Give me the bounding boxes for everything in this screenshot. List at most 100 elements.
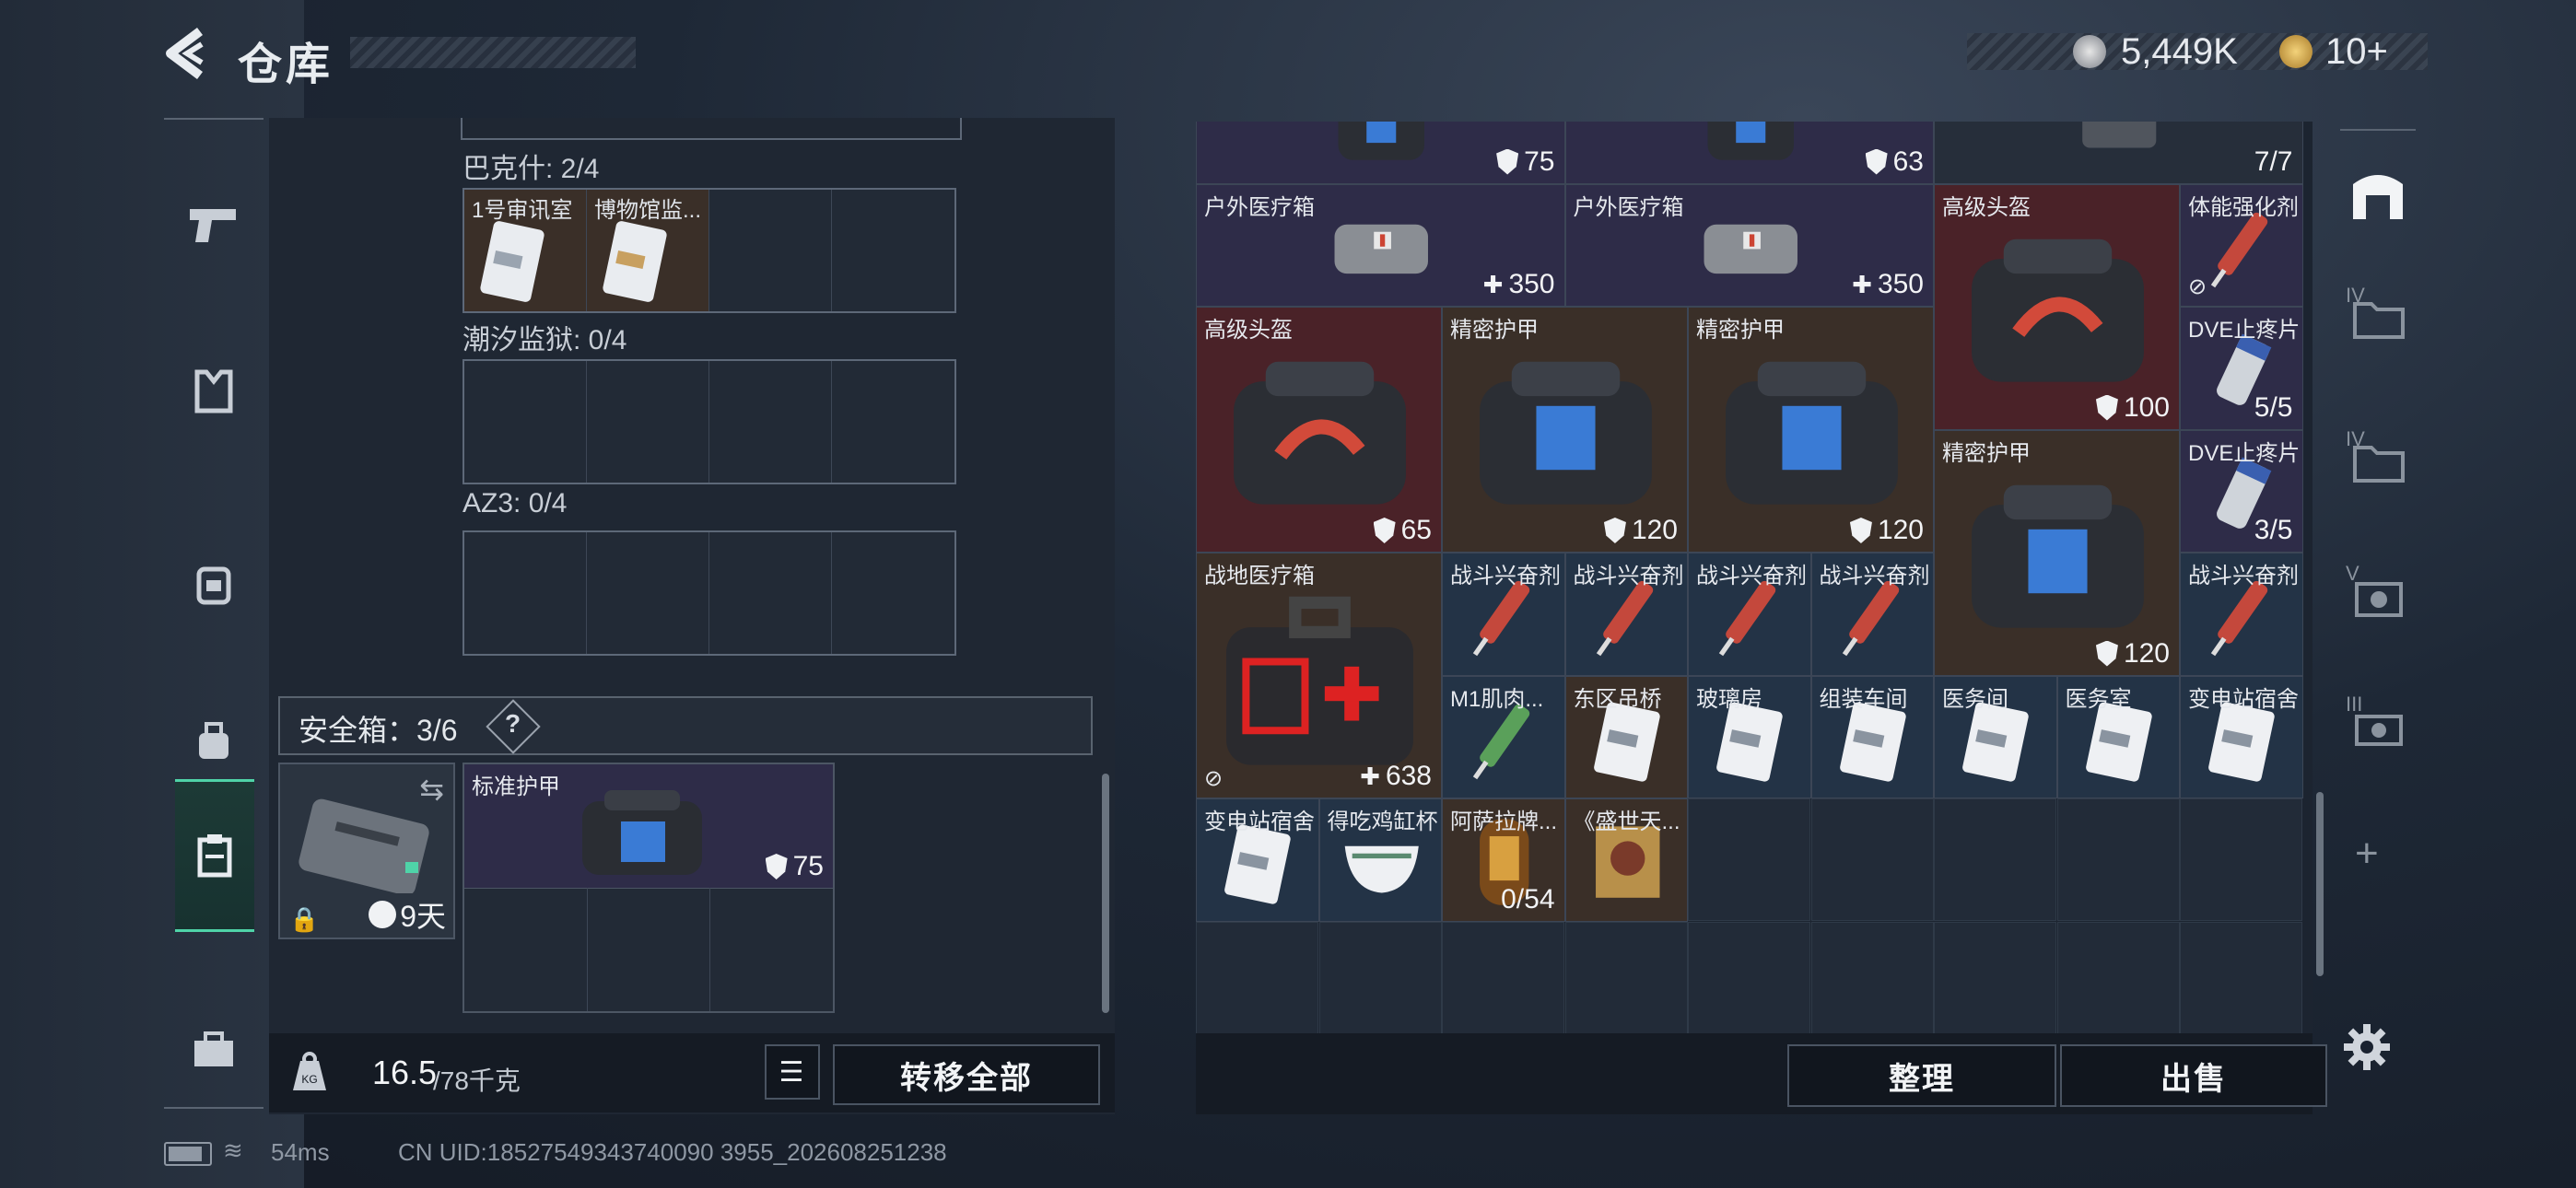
case-label: 潮汐监狱: 0/4	[463, 325, 627, 355]
empty-slot[interactable]	[587, 361, 709, 483]
stash-scrollbar[interactable]	[2316, 792, 2324, 976]
value-text: 75	[792, 851, 824, 881]
stash-item[interactable]: 战斗兴奋剂	[2180, 553, 2303, 676]
value-text: 3/5	[2254, 515, 2293, 545]
empty-slot[interactable]	[709, 532, 832, 654]
empty-slot[interactable]	[464, 532, 587, 654]
empty-slot[interactable]	[2180, 798, 2302, 921]
stash-item[interactable]: 精密护甲 120	[1688, 307, 1934, 553]
empty-slot[interactable]	[2056, 921, 2180, 1033]
empty-slot[interactable]	[1934, 798, 2056, 921]
empty-slot[interactable]	[1810, 798, 1934, 921]
stash-item[interactable]: 战斗兴奋剂	[1442, 553, 1565, 676]
rnav-stash[interactable]	[2346, 164, 2410, 228]
item-name: 战斗兴奋剂	[1696, 564, 1807, 588]
stash-item[interactable]: 战地医疗箱 ✚ 638 ⊘	[1196, 553, 1442, 798]
swap-icon[interactable]: ⇆	[419, 772, 444, 807]
empty-slot[interactable]	[1442, 921, 1564, 1033]
empty-slot[interactable]	[832, 361, 954, 483]
stash-item[interactable]: 组装车间	[1810, 675, 1934, 798]
empty-slot[interactable]	[1810, 921, 1934, 1033]
stash-item[interactable]: 变电站宿舍	[1196, 798, 1319, 922]
sell-button[interactable]: 出售	[2060, 1044, 2327, 1107]
rnav-tab[interactable]: V	[2346, 562, 2410, 635]
stash-item[interactable]: 东区吊桥	[1564, 675, 1688, 798]
stash-item[interactable]: 高级头盔 65	[1196, 307, 1442, 553]
safe-box-header: 安全箱：3/6 ?	[278, 696, 1093, 755]
nav-weapons[interactable]	[164, 175, 263, 276]
safe-box-slot[interactable]: ⇆ 🔒 9天	[278, 763, 455, 939]
stash-item[interactable]: DVE止疼片 5/5	[2180, 307, 2303, 430]
stash-item[interactable]: 精密护甲 120	[1934, 429, 2180, 676]
stash-item[interactable]: 战斗兴奋剂	[1810, 553, 1934, 676]
settings-button[interactable]	[2342, 1022, 2392, 1072]
help-icon[interactable]: ?	[505, 709, 521, 739]
currency-gold[interactable]: 10+	[2325, 31, 2388, 73]
empty-slot[interactable]	[832, 190, 954, 311]
stash-item[interactable]: 户外医疗箱 ✚ 350	[1196, 183, 1565, 307]
empty-slot[interactable]	[1318, 921, 1442, 1033]
stash-item[interactable]: 变电站宿舍	[2180, 675, 2303, 798]
empty-slot[interactable]	[1688, 798, 1810, 921]
empty-slot[interactable]	[709, 190, 832, 311]
nav-armor[interactable]	[164, 341, 263, 442]
nav-safebox[interactable]	[175, 779, 254, 932]
safe-item[interactable]: 标准护甲 75	[464, 764, 833, 889]
left-scrollbar[interactable]	[1102, 774, 1109, 1013]
stash-item[interactable]: 阿萨拉牌... 0/54	[1442, 798, 1565, 922]
stash-item[interactable]: 体能强化剂 ⊘	[2180, 183, 2303, 307]
sort-button[interactable]: 整理	[1787, 1044, 2056, 1107]
empty-slot[interactable]	[2056, 798, 2180, 921]
keycard-slot[interactable]: 博物馆监...	[587, 190, 709, 311]
rnav-tab[interactable]: IV	[2346, 284, 2410, 357]
transfer-all-button[interactable]: 转移全部	[833, 1044, 1100, 1105]
stash-item[interactable]: 玻璃房	[1688, 675, 1811, 798]
stash-item[interactable]: 得吃鸡缸杯	[1318, 798, 1442, 922]
stash-item[interactable]: 户外医疗箱 ✚ 350	[1564, 183, 1934, 307]
stash-item[interactable]: 战斗兴奋剂	[1688, 553, 1811, 676]
rnav-tab[interactable]: IV	[2346, 427, 2410, 501]
empty-slot[interactable]	[1934, 921, 2056, 1033]
item-name: 标准护甲	[472, 775, 560, 799]
stash-item[interactable]: 《盛世天...	[1564, 798, 1688, 922]
value-text: 638	[1385, 761, 1432, 791]
keycard-slot[interactable]: 1号审讯室	[464, 190, 587, 311]
stash-item[interactable]: 医务间	[1934, 675, 2057, 798]
add-tab-button[interactable]: +	[2355, 831, 2379, 877]
stash-item[interactable]: 标准护甲63	[1564, 122, 1934, 184]
nav-briefcase[interactable]	[164, 1004, 263, 1096]
list-view-button[interactable]: ☰	[765, 1044, 820, 1100]
item-name: 战斗兴奋剂	[1573, 564, 1684, 588]
item-name: 东区吊桥	[1573, 686, 1662, 712]
value-text: 0/54	[1501, 883, 1555, 914]
empty-slot[interactable]	[709, 361, 832, 483]
keycard-grid	[463, 359, 956, 484]
empty-slot[interactable]	[1564, 921, 1688, 1033]
currency-silver: 5,449K	[2121, 31, 2238, 72]
stash-item[interactable]: 精密护甲 120	[1442, 307, 1688, 553]
empty-slot[interactable]	[1196, 921, 1318, 1033]
back-button[interactable]	[161, 26, 213, 81]
lock-icon: 🔒	[289, 905, 320, 933]
stash-item[interactable]: 标准护甲75	[1196, 122, 1565, 184]
title-stripe	[350, 37, 636, 68]
item-name: 战斗兴奋剂	[2188, 564, 2299, 588]
rnav-tab[interactable]: III	[2346, 693, 2410, 766]
stash-item[interactable]: DVE止疼片 3/5	[2180, 429, 2303, 553]
gold-coin-icon[interactable]	[2279, 35, 2313, 68]
stash-item[interactable]: M1肌肉...	[1442, 675, 1565, 798]
stash-item[interactable]: 医务室	[2056, 675, 2180, 798]
nav-backpack[interactable]	[164, 532, 263, 634]
empty-slot[interactable]	[2180, 921, 2302, 1033]
empty-slot[interactable]	[832, 532, 954, 654]
empty-slot[interactable]	[464, 361, 587, 483]
item-value: 75	[765, 851, 824, 882]
stash-item[interactable]: 高级头盔 100	[1934, 183, 2180, 430]
nav-bag[interactable]	[164, 691, 263, 792]
stash-item[interactable]: 战斗兴奋剂	[1564, 553, 1688, 676]
empty-slot[interactable]	[587, 532, 709, 654]
empty-slot[interactable]	[1688, 921, 1810, 1033]
item-value: 63	[1865, 146, 1924, 178]
safe-box-label: 安全箱：3/6	[299, 714, 458, 747]
stash-item[interactable]: DEK手术包7/7	[1934, 122, 2303, 184]
